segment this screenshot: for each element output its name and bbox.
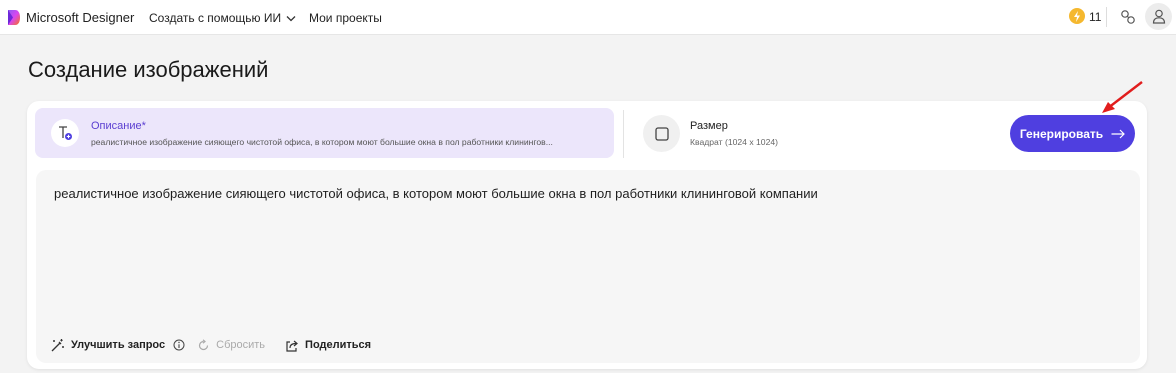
prompt-text[interactable]: реалистичное изображение сияющего чистот… — [54, 186, 818, 201]
improve-prompt-button[interactable]: Улучшить запрос — [50, 338, 165, 353]
reset-icon — [199, 338, 209, 350]
credits-count[interactable]: 11 — [1089, 10, 1101, 24]
page-title: Создание изображений — [28, 57, 269, 82]
nav-create-with-ai[interactable]: Создать с помощью ИИ — [149, 11, 296, 25]
header-divider — [1106, 7, 1107, 27]
info-icon[interactable] — [173, 339, 185, 351]
description-label: Описание* — [91, 120, 146, 132]
user-icon — [1152, 9, 1165, 24]
share-icon — [286, 340, 298, 352]
size-value: Квадрат (1024 x 1024) — [690, 137, 778, 147]
generate-button[interactable]: Генерировать — [1010, 115, 1135, 152]
improve-prompt-label: Улучшить запрос — [71, 339, 166, 351]
text-add-icon — [51, 119, 79, 147]
nav-my-projects[interactable]: Мои проекты — [309, 11, 382, 25]
tab-divider — [623, 110, 624, 158]
top-bar: Microsoft Designer Создать с помощью ИИ … — [0, 0, 1176, 35]
tab-description[interactable]: Описание* реалистичное изображение сияющ… — [35, 108, 614, 158]
avatar[interactable] — [1145, 3, 1172, 30]
share-label: Поделиться — [305, 339, 372, 351]
prompt-textarea[interactable]: реалистичное изображение сияющего чистот… — [36, 170, 1140, 363]
chevron-down-icon — [286, 15, 296, 21]
arrow-right-icon — [1111, 129, 1126, 138]
nav-create-label: Создать с помощью ИИ — [149, 11, 282, 25]
prompt-actions: Улучшить запрос Сбросить Поделиться — [50, 337, 371, 353]
reset-button[interactable]: Сбросить — [197, 338, 266, 352]
lightning-icon[interactable] — [1069, 8, 1085, 24]
annotation-arrow-icon — [1102, 81, 1143, 113]
reset-label: Сбросить — [216, 339, 266, 351]
generate-button-label: Генерировать — [1019, 126, 1104, 141]
square-icon — [643, 115, 680, 152]
app-name[interactable]: Microsoft Designer — [26, 10, 134, 25]
size-label: Размер — [690, 120, 728, 132]
description-summary: реалистичное изображение сияющего чистот… — [91, 137, 553, 147]
tab-size[interactable]: Размер Квадрат (1024 x 1024) — [638, 113, 888, 155]
designer-logo-icon[interactable] — [7, 9, 21, 26]
magic-wand-icon — [51, 338, 64, 351]
share-button[interactable]: Поделиться — [285, 339, 371, 352]
share-link-icon[interactable] — [1119, 8, 1137, 26]
